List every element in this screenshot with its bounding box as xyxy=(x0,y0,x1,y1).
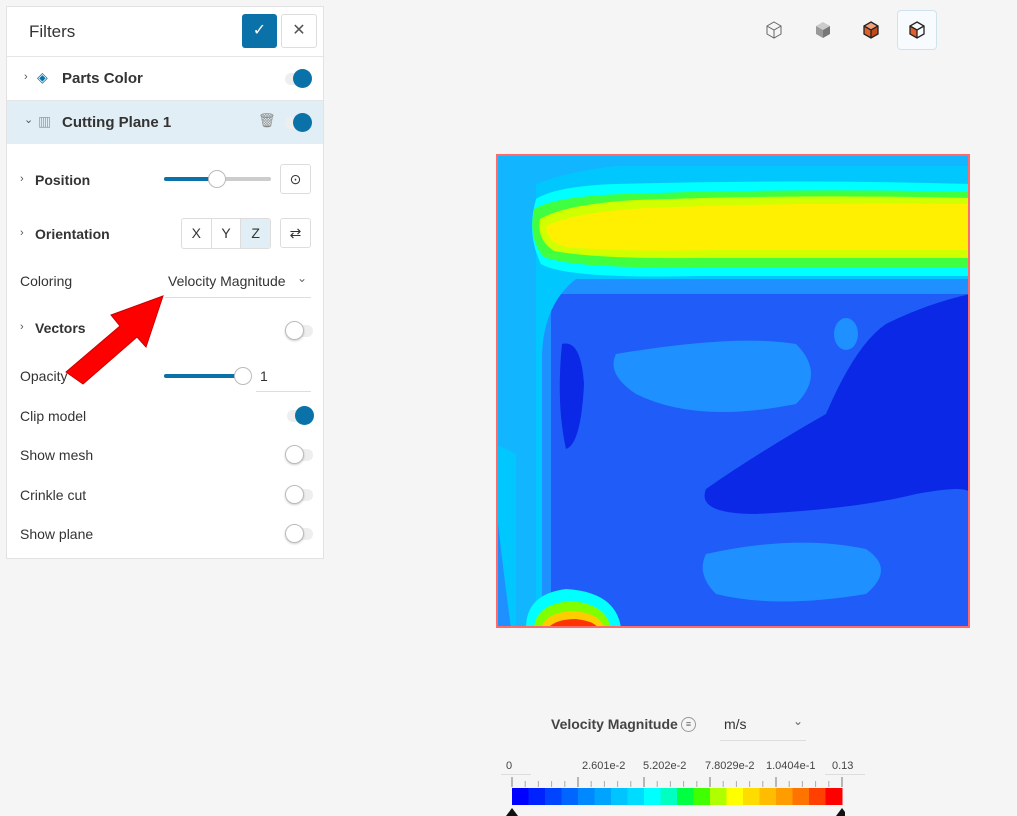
color-swatch xyxy=(759,788,777,805)
range-handle[interactable] xyxy=(836,808,845,816)
color-swatch xyxy=(726,788,744,805)
cube-wireframe-icon xyxy=(766,21,782,39)
tick-label: 1.0404e-1 xyxy=(766,760,816,772)
view-surface-edges-button[interactable] xyxy=(851,10,891,50)
legend-title: Velocity Magnitude xyxy=(551,716,678,732)
color-swatch xyxy=(644,788,661,805)
color-swatch xyxy=(825,788,843,805)
color-swatch xyxy=(776,788,793,805)
view-cut-button[interactable] xyxy=(897,10,937,50)
cube-orange-icon xyxy=(863,21,879,39)
show-mesh-row: Show mesh xyxy=(7,445,323,468)
show-mesh-label: Show mesh xyxy=(20,447,94,463)
tick-label: 2.601e-2 xyxy=(582,760,626,772)
clip-model-label: Clip model xyxy=(20,408,87,424)
color-swatch xyxy=(611,788,628,805)
show-plane-row: Show plane xyxy=(7,524,323,547)
color-swatch xyxy=(809,788,826,805)
color-swatch xyxy=(660,788,678,805)
range-handle[interactable] xyxy=(506,808,518,816)
tick-label: 5.202e-2 xyxy=(643,760,687,772)
view-solid-button[interactable] xyxy=(803,10,843,50)
chevron-down-icon: ⌄ xyxy=(792,714,803,728)
crinkle-cut-row: Crinkle cut xyxy=(7,485,323,508)
color-swatch xyxy=(677,788,694,805)
color-swatch xyxy=(578,788,595,805)
color-swatch xyxy=(693,788,711,805)
tick-label: 7.8029e-2 xyxy=(705,760,755,772)
crinkle-cut-label: Crinkle cut xyxy=(20,487,87,503)
unit-select[interactable]: m/s ⌄ xyxy=(720,710,806,741)
crinkle-cut-toggle[interactable] xyxy=(285,485,313,504)
color-swatch xyxy=(627,788,645,805)
color-bar xyxy=(506,777,845,816)
color-swatch xyxy=(792,788,810,805)
show-plane-label: Show plane xyxy=(20,526,94,542)
show-plane-toggle[interactable] xyxy=(285,524,313,543)
unit-value: m/s xyxy=(724,716,747,732)
show-mesh-toggle[interactable] xyxy=(285,445,313,464)
color-swatch xyxy=(561,788,579,805)
color-swatch xyxy=(710,788,727,805)
color-swatch xyxy=(743,788,760,805)
color-swatch xyxy=(512,788,529,805)
tick-label: 0 xyxy=(506,760,513,772)
color-swatch xyxy=(594,788,612,805)
clip-model-row: Clip model xyxy=(7,406,323,429)
color-swatch xyxy=(528,788,546,805)
velocity-contour-plot[interactable] xyxy=(496,154,970,628)
view-wireframe-button[interactable] xyxy=(754,10,794,50)
tick-label: 0.13 xyxy=(832,760,854,772)
legend-menu-icon[interactable]: ≡ xyxy=(681,717,696,732)
color-swatch xyxy=(545,788,562,805)
annotation-arrow-icon xyxy=(65,295,164,385)
clip-model-toggle[interactable] xyxy=(287,406,314,425)
cube-solid-icon xyxy=(816,22,830,38)
cube-cut-icon xyxy=(909,21,925,39)
